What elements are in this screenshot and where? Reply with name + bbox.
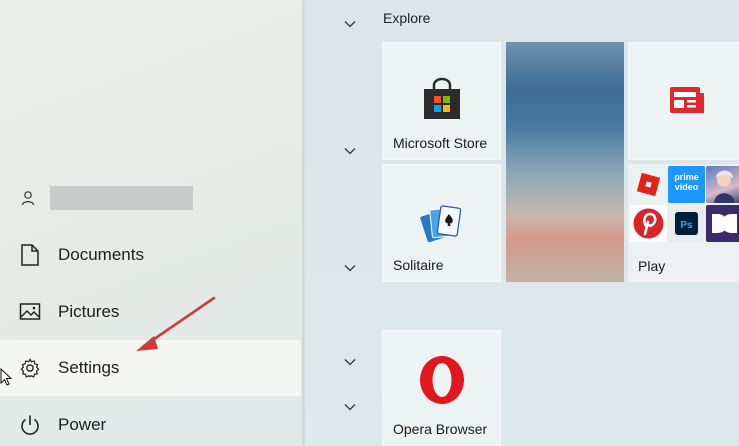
start-menu-tiles-pane: Explore Microsoft Store Solitaire prime … — [306, 0, 739, 446]
chevron-down-icon[interactable] — [344, 20, 356, 28]
mouse-cursor-icon — [0, 368, 12, 386]
nav-item-documents[interactable]: Documents — [0, 227, 301, 283]
tile-news[interactable] — [628, 42, 739, 160]
svg-text:Ps: Ps — [680, 220, 693, 231]
chevron-down-icon[interactable] — [344, 358, 356, 366]
gear-icon — [20, 358, 40, 378]
dolby-icon — [706, 205, 739, 242]
power-icon — [21, 415, 39, 435]
news-icon — [670, 87, 704, 113]
chevron-down-icon[interactable] — [344, 147, 356, 155]
pictures-icon — [19, 303, 41, 320]
nav-item-label: Pictures — [58, 302, 120, 321]
tile-opera-browser[interactable]: Opera Browser — [382, 330, 501, 446]
photoshop-icon: Ps — [668, 205, 705, 242]
game-character-icon — [706, 166, 739, 203]
prime-video-text: prime video — [674, 172, 699, 192]
tile-label: Opera Browser — [393, 421, 488, 437]
microsoft-store-icon — [424, 77, 460, 119]
nav-item-label: Documents — [58, 245, 144, 264]
chevron-down-icon[interactable] — [344, 403, 356, 411]
nav-item-power[interactable]: Power — [0, 397, 301, 446]
tile-play-folder[interactable]: prime video Ps Play — [628, 164, 739, 282]
opera-logo-icon — [420, 356, 464, 404]
prime-video-icon: prime video — [668, 166, 705, 203]
annotation-arrow-icon — [136, 296, 216, 351]
chevron-down-icon[interactable] — [344, 264, 356, 272]
nav-item-label: Power — [58, 415, 107, 434]
user-account[interactable] — [20, 186, 193, 210]
start-menu-left-pane: Documents Pictures Settings Power — [0, 0, 303, 446]
pinterest-icon — [630, 205, 667, 242]
tile-group-title: Explore — [383, 10, 431, 26]
user-name-redacted — [50, 186, 193, 210]
tile-label: Microsoft Store — [393, 135, 488, 151]
solitaire-cards-icon — [419, 205, 462, 244]
tile-live-photo[interactable] — [506, 42, 624, 282]
roblox-icon — [630, 166, 667, 203]
tile-solitaire[interactable]: Solitaire — [382, 164, 501, 282]
tile-label: Solitaire — [393, 257, 444, 273]
tile-label: Play — [638, 258, 666, 274]
document-icon — [21, 244, 39, 266]
nav-item-label: Settings — [58, 358, 120, 377]
user-icon — [21, 191, 35, 206]
tile-microsoft-store[interactable]: Microsoft Store — [382, 42, 501, 160]
